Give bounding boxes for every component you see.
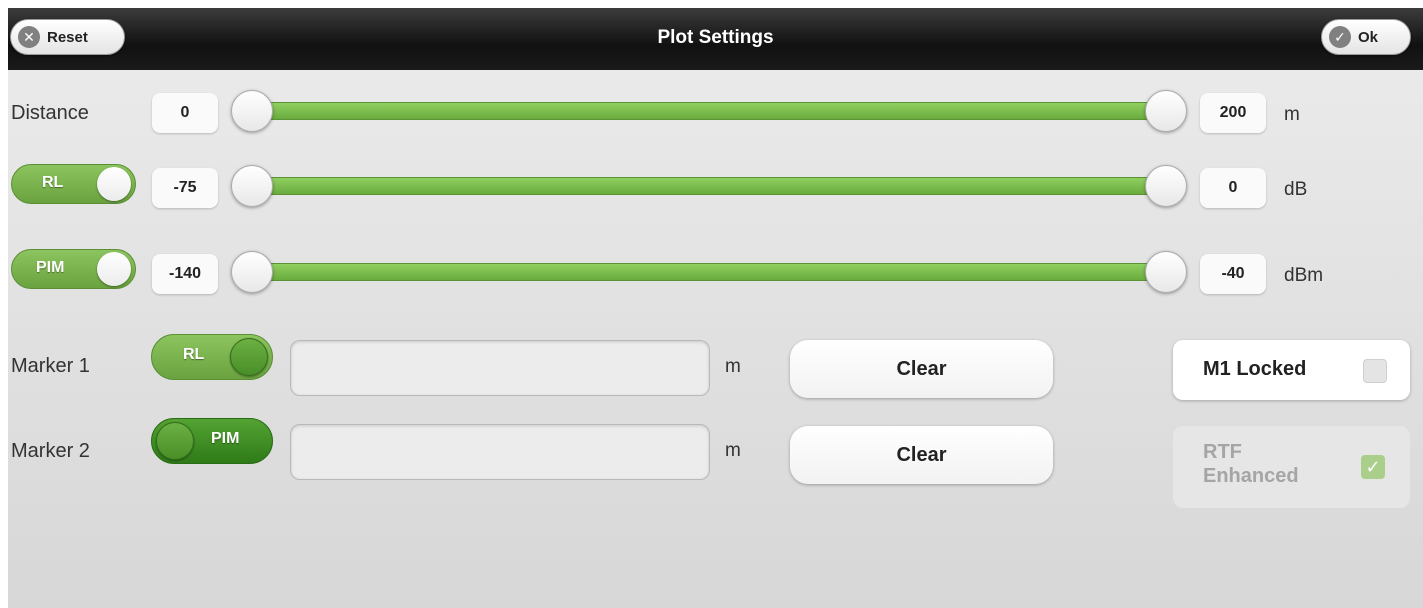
rl-plot-toggle[interactable]: RL [11, 164, 136, 204]
m1-locked-box [1363, 359, 1387, 383]
x-circle-icon: ✕ [18, 26, 40, 48]
distance-max-value[interactable]: 200 [1200, 93, 1266, 133]
rl-min-value[interactable]: -75 [152, 168, 218, 208]
rtf-enhanced-checkbox[interactable]: RTF Enhanced ✓ [1173, 426, 1410, 508]
ok-label: Ok [1358, 28, 1379, 46]
pim-max-handle[interactable] [1145, 251, 1187, 293]
marker-1-clear-button[interactable]: Clear [790, 340, 1053, 398]
marker-1-trace-toggle[interactable]: RL [151, 334, 273, 380]
pim-min-value[interactable]: -140 [152, 254, 218, 294]
reset-button[interactable]: ✕ Reset [10, 19, 125, 55]
pim-max-value[interactable]: -40 [1200, 254, 1266, 294]
distance-min-handle[interactable] [231, 90, 273, 132]
marker-2-unit: m [725, 440, 741, 461]
distance-min-value[interactable]: 0 [152, 93, 218, 133]
distance-range-track[interactable] [248, 102, 1168, 120]
toggle-knob [230, 338, 268, 376]
ok-button[interactable]: ✓ Ok [1321, 19, 1411, 55]
distance-unit: m [1284, 104, 1300, 125]
marker-2-label: Marker 2 [11, 440, 90, 462]
rl-unit: dB [1284, 179, 1308, 200]
marker-1-unit: m [725, 356, 741, 377]
toggle-knob [97, 252, 131, 286]
m1-locked-label: M1 Locked [1203, 358, 1307, 380]
rl-max-value[interactable]: 0 [1200, 168, 1266, 208]
toggle-knob [156, 422, 194, 460]
page-title: Plot Settings [657, 27, 774, 48]
pim-range-track[interactable] [248, 263, 1168, 281]
distance-label: Distance [11, 102, 89, 124]
rl-toggle-label: RL [42, 174, 64, 191]
marker-1-distance-input[interactable] [290, 340, 710, 396]
marker-1-label: Marker 1 [11, 355, 90, 377]
marker-2-clear-button[interactable]: Clear [790, 426, 1053, 484]
rtf-enhanced-label: RTF Enhanced [1203, 440, 1299, 488]
pim-plot-toggle[interactable]: PIM [11, 249, 136, 289]
rl-min-handle[interactable] [231, 165, 273, 207]
check-circle-icon: ✓ [1329, 26, 1351, 48]
plot-settings-panel: Plot Settings ✕ Reset ✓ Ok Distance 0 20… [8, 8, 1423, 608]
m1-locked-checkbox[interactable]: M1 Locked [1173, 340, 1410, 400]
check-icon: ✓ [1361, 455, 1385, 479]
marker-2-toggle-label: PIM [211, 430, 240, 447]
marker-2-trace-toggle[interactable]: PIM [151, 418, 273, 464]
pim-min-handle[interactable] [231, 251, 273, 293]
rtf-label-line1: RTF [1203, 441, 1242, 463]
rl-range-track[interactable] [248, 177, 1168, 195]
rtf-label-line2: Enhanced [1203, 465, 1299, 487]
pim-toggle-label: PIM [36, 259, 65, 276]
toggle-knob [97, 167, 131, 201]
marker-1-toggle-label: RL [183, 346, 205, 363]
reset-label: Reset [47, 28, 88, 46]
pim-unit: dBm [1284, 265, 1324, 286]
rl-max-handle[interactable] [1145, 165, 1187, 207]
distance-max-handle[interactable] [1145, 90, 1187, 132]
header-bar: Plot Settings ✕ Reset ✓ Ok [8, 8, 1423, 70]
marker-2-distance-input[interactable] [290, 424, 710, 480]
